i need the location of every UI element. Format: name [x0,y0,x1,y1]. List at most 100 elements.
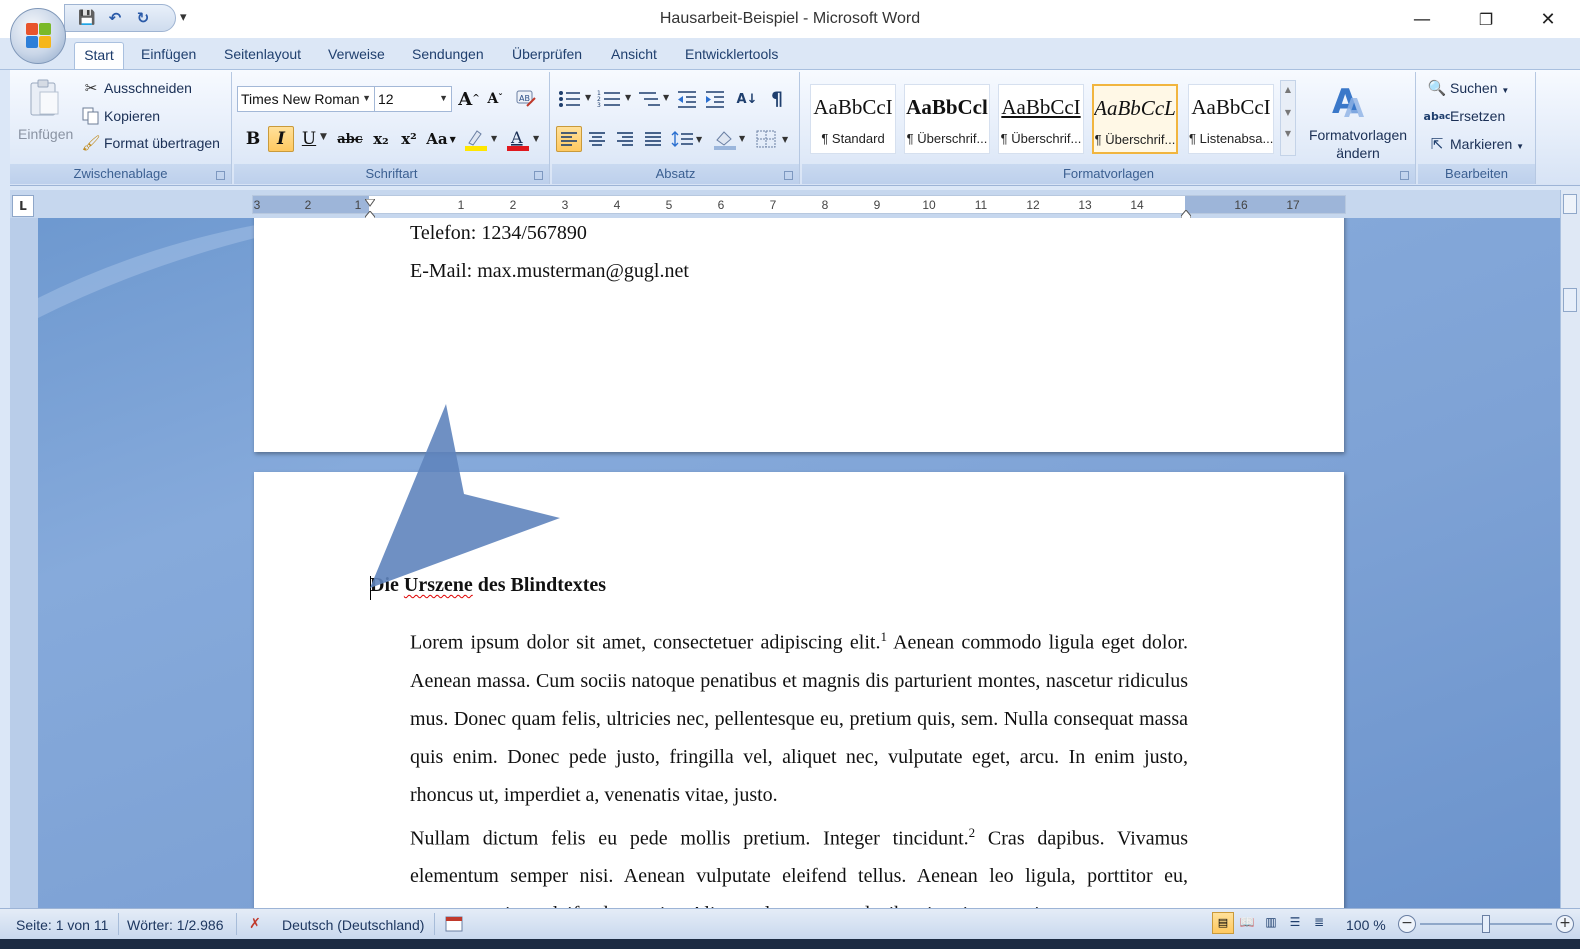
show-formatting-icon[interactable]: ¶ [764,86,790,112]
strikethrough-button[interactable]: abc [334,126,366,152]
highlight-button[interactable]: ▼ [462,126,502,152]
status-divider [118,913,119,935]
svg-text:A: A [510,128,523,147]
outline-view-icon[interactable]: ☰ [1284,912,1306,934]
font-name-combo[interactable]: Times New Roman ▼ [237,86,375,112]
subscript-button[interactable]: x₂ [368,126,394,152]
zoom-in-icon[interactable]: + [1556,915,1574,933]
style-heading-2[interactable]: AaBbCcI ¶ Überschrif... [998,84,1084,154]
page-count[interactable]: Seite: 1 von 11 [16,917,108,933]
vertical-scrollbar[interactable] [1560,190,1580,908]
underline-dropdown-icon[interactable]: ▼ [320,132,327,142]
minimize-button[interactable]: — [1400,6,1444,32]
tab-start[interactable]: Start [74,42,124,71]
align-right-icon[interactable] [612,126,638,152]
svg-text:▼: ▼ [696,135,703,144]
proofing-icon[interactable]: ✗ [244,914,266,934]
styles-gallery-scroll[interactable]: ▲ ▼ ▼ [1280,80,1296,156]
numbering-icon[interactable]: 1 2 3 ▼ [596,86,636,112]
language-indicator[interactable]: Deutsch (Deutschland) [282,917,424,933]
borders-icon[interactable]: ▼ [754,126,794,152]
scroll-thumb[interactable] [1563,288,1577,312]
first-line-indent-marker[interactable] [364,194,376,207]
sort-icon[interactable]: A↓ [734,86,760,112]
underline-button[interactable]: U [296,126,322,152]
style-list-paragraph[interactable]: AaBbCcI ¶ Listenabsa... [1188,84,1274,154]
select-cursor-icon[interactable]: ⇱ [1426,134,1448,154]
italic-button[interactable]: I [268,126,294,152]
clipboard-launcher-icon[interactable] [216,171,225,180]
increase-indent-icon[interactable] [702,86,728,112]
scissors-icon[interactable]: ✂ [82,79,100,97]
tab-review[interactable]: Überprüfen [512,46,582,62]
paragraph-launcher-icon[interactable] [784,171,793,180]
ribbon-tabs: Start Einfügen Seitenlayout Verweise Sen… [0,38,1580,71]
paste-button[interactable]: Einfügen [18,126,73,142]
tab-selector-button[interactable]: L [12,195,34,217]
align-center-icon[interactable] [584,126,610,152]
style-heading-1[interactable]: AaBbCcl ¶ Überschrif... [904,84,990,154]
macro-recorder-icon[interactable] [444,914,464,934]
line-spacing-icon[interactable]: ▼ [670,126,706,152]
change-case-button[interactable]: Aa ▼ [424,126,458,152]
hanging-indent-marker[interactable] [364,206,376,222]
binoculars-icon[interactable]: 🔍 [1426,78,1448,98]
ruler-toggle-icon[interactable] [1563,194,1577,214]
bold-button[interactable]: B [240,126,266,152]
superscript-button[interactable]: x² [396,126,422,152]
shrink-font-button[interactable]: Aˇ [482,86,508,112]
print-layout-icon[interactable]: ▤ [1212,912,1234,934]
status-divider [236,913,237,935]
right-indent-marker[interactable] [1180,205,1192,221]
align-left-icon[interactable] [556,126,582,152]
tab-developer[interactable]: Entwicklertools [685,46,778,62]
copy-button[interactable]: Kopieren [104,108,160,124]
tab-insert[interactable]: Einfügen [141,46,196,62]
word-window: 💾 ↶ ↻ ▾ Hausarbeit-Beispiel - Microsoft … [0,0,1580,949]
find-button[interactable]: Suchen ▼ [1450,80,1509,96]
decrease-indent-icon[interactable] [674,86,700,112]
font-launcher-icon[interactable] [534,171,543,180]
multilevel-list-icon[interactable]: ▼ [636,86,672,112]
font-color-button[interactable]: A ▼ [504,126,544,152]
tab-page-layout[interactable]: Seitenlayout [224,46,301,62]
format-painter-icon[interactable]: 🖌 [81,134,100,152]
svg-text:▼: ▼ [491,134,498,143]
change-styles-button[interactable]: Formatvorlagen ändern [1308,126,1408,162]
select-button[interactable]: Markieren ▼ [1450,136,1524,152]
office-button[interactable] [10,8,66,64]
copy-icon[interactable] [82,107,100,125]
tab-mailings[interactable]: Sendungen [412,46,484,62]
shading-icon[interactable]: ▼ [710,126,750,152]
justify-icon[interactable] [640,126,666,152]
restore-button[interactable]: ❐ [1464,6,1508,32]
zoom-out-icon[interactable]: − [1398,915,1416,933]
tab-references[interactable]: Verweise [328,46,385,62]
close-button[interactable]: ✕ [1526,6,1570,32]
paste-icon[interactable] [24,78,66,118]
replace-icon[interactable]: ab ac [1424,106,1451,126]
font-group-label: Schriftart [234,164,549,184]
draft-view-icon[interactable]: ≣ [1308,912,1330,934]
full-screen-reading-icon[interactable]: 📖 [1236,912,1258,934]
horizontal-ruler[interactable]: 3 2 1 1 2 3 4 5 6 7 8 9 10 11 12 13 14 1… [252,194,1346,222]
web-layout-icon[interactable]: ▥ [1260,912,1282,934]
style-standard[interactable]: AaBbCcI ¶ Standard [810,84,896,154]
format-painter-button[interactable]: Format übertragen [104,135,220,151]
cut-button[interactable]: Ausschneiden [104,80,192,96]
grow-font-button[interactable]: A ^ [456,86,482,112]
document-area: Telefon: 1234/567890 E-Mail: max.musterm… [10,218,1560,910]
zoom-slider-thumb[interactable] [1482,915,1490,933]
styles-launcher-icon[interactable] [1400,171,1409,180]
change-styles-icon[interactable]: AA [1330,78,1370,122]
clear-formatting-icon[interactable]: AB [513,86,539,112]
bullets-icon[interactable]: ▼ [556,86,596,112]
svg-text:▼: ▼ [663,93,670,102]
tab-view[interactable]: Ansicht [611,46,657,62]
font-size-combo[interactable]: 12 ▼ [374,86,452,112]
zoom-level[interactable]: 100 % [1346,917,1386,933]
style-heading-3[interactable]: AaBbCcL ¶ Überschrif... [1092,84,1178,154]
word-count[interactable]: Wörter: 1/2.986 [127,917,224,933]
replace-button[interactable]: Ersetzen [1450,108,1505,124]
paragraph-2: Nullam dictum felis eu pede mollis preti… [410,824,1188,910]
